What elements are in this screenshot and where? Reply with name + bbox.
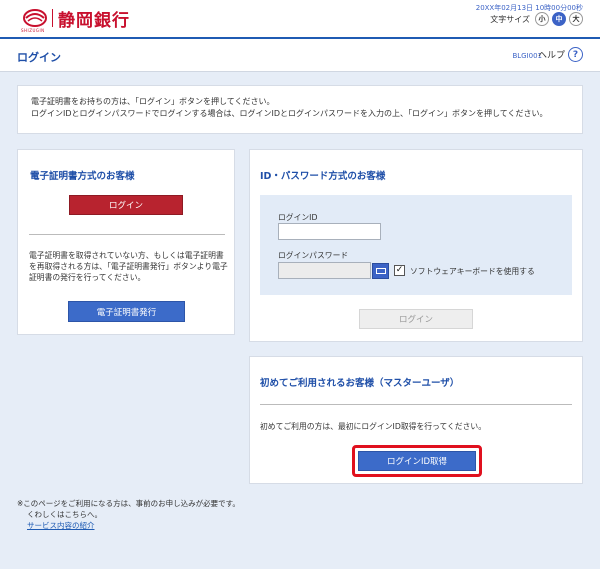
footer-note: ※このページをご利用になる方は、事前のお申し込みが必要です。 くわしくはこちらへ…	[17, 498, 240, 531]
font-size-medium-button[interactable]: 中	[552, 12, 566, 26]
login-id-label: ログインID	[278, 213, 318, 222]
get-login-id-button[interactable]: ログインID取得	[358, 451, 476, 471]
logo-separator	[52, 9, 53, 27]
id-panel-title: ID・パスワード方式のお客様	[260, 171, 386, 182]
help-icon[interactable]: ?	[568, 47, 583, 62]
help-label: ヘルプ	[537, 51, 565, 61]
login-notice: 電子証明書をお持ちの方は、「ログイン」ボタンを押してください。 ログインIDとロ…	[17, 85, 583, 134]
logo-subtext: SHIZUGIN	[21, 28, 45, 33]
id-login-button[interactable]: ログイン	[359, 309, 473, 329]
highlight-frame: ログインID取得	[352, 445, 482, 477]
certificate-login-button[interactable]: ログイン	[69, 195, 183, 215]
login-form: ログインID ログインパスワード ✓ ソフトウェアキーボードを使用する	[260, 195, 572, 295]
help-link[interactable]: ヘルプ ?	[538, 47, 583, 62]
footer-note-2: くわしくはこちらへ。	[27, 510, 102, 519]
font-size-small-button[interactable]: 小	[535, 12, 549, 26]
notice-line-1: 電子証明書をお持ちの方は、「ログイン」ボタンを押してください。	[31, 97, 275, 106]
footer-note-1: ※このページをご利用になる方は、事前のお申し込みが必要です。	[17, 499, 240, 508]
login-id-input[interactable]	[278, 223, 381, 240]
keyboard-icon	[375, 268, 386, 274]
certificate-panel-title: 電子証明書方式のお客様	[30, 171, 135, 182]
service-intro-link[interactable]: サービス内容の紹介	[27, 520, 240, 531]
id-password-login-panel: ID・パスワード方式のお客様 ログインID ログインパスワード ✓ ソフトウェア…	[249, 149, 583, 342]
certificate-login-panel: 電子証明書方式のお客様 ログイン 電子証明書を取得されていない方、もしくは電子証…	[17, 149, 235, 335]
master-description: 初めてご利用の方は、最初にログインID取得を行ってください。	[260, 422, 486, 431]
certificate-issue-button[interactable]: 電子証明書発行	[68, 301, 185, 322]
page-title: ログイン	[17, 51, 61, 64]
font-size-label: 文字サイズ	[490, 14, 530, 24]
master-user-panel: 初めてご利用されるお客様（マスターユーザ） 初めてご利用の方は、最初にログインI…	[249, 356, 583, 484]
header: 静岡銀行 SHIZUGIN 20XX年02月13日 10時00分00秒 文字サイ…	[0, 0, 600, 37]
certificate-panel-divider	[29, 234, 225, 235]
font-size-large-button[interactable]: 大	[569, 12, 583, 26]
software-keyboard-label[interactable]: ソフトウェアキーボードを使用する	[410, 266, 535, 277]
password-label: ログインパスワード	[278, 251, 349, 260]
master-panel-divider	[260, 404, 572, 405]
certificate-description: 電子証明書を取得されていない方、もしくは電子証明書を再取得される方は、「電子証明…	[29, 251, 228, 282]
master-panel-title: 初めてご利用されるお客様（マスターユーザ）	[260, 378, 460, 389]
software-keyboard-checkbox[interactable]: ✓	[394, 265, 405, 276]
password-input[interactable]	[278, 262, 371, 279]
notice-line-2: ログインIDとログインパスワードでログインする場合は、ログインIDとログインパス…	[31, 109, 548, 118]
bank-logo-icon	[22, 7, 48, 29]
title-bar: ログイン BLGI001 ヘルプ ?	[0, 39, 600, 72]
bank-name: 静岡銀行	[58, 10, 130, 31]
software-keyboard-button[interactable]	[372, 263, 389, 279]
font-size-selector: 文字サイズ 小 中 大	[490, 12, 583, 26]
